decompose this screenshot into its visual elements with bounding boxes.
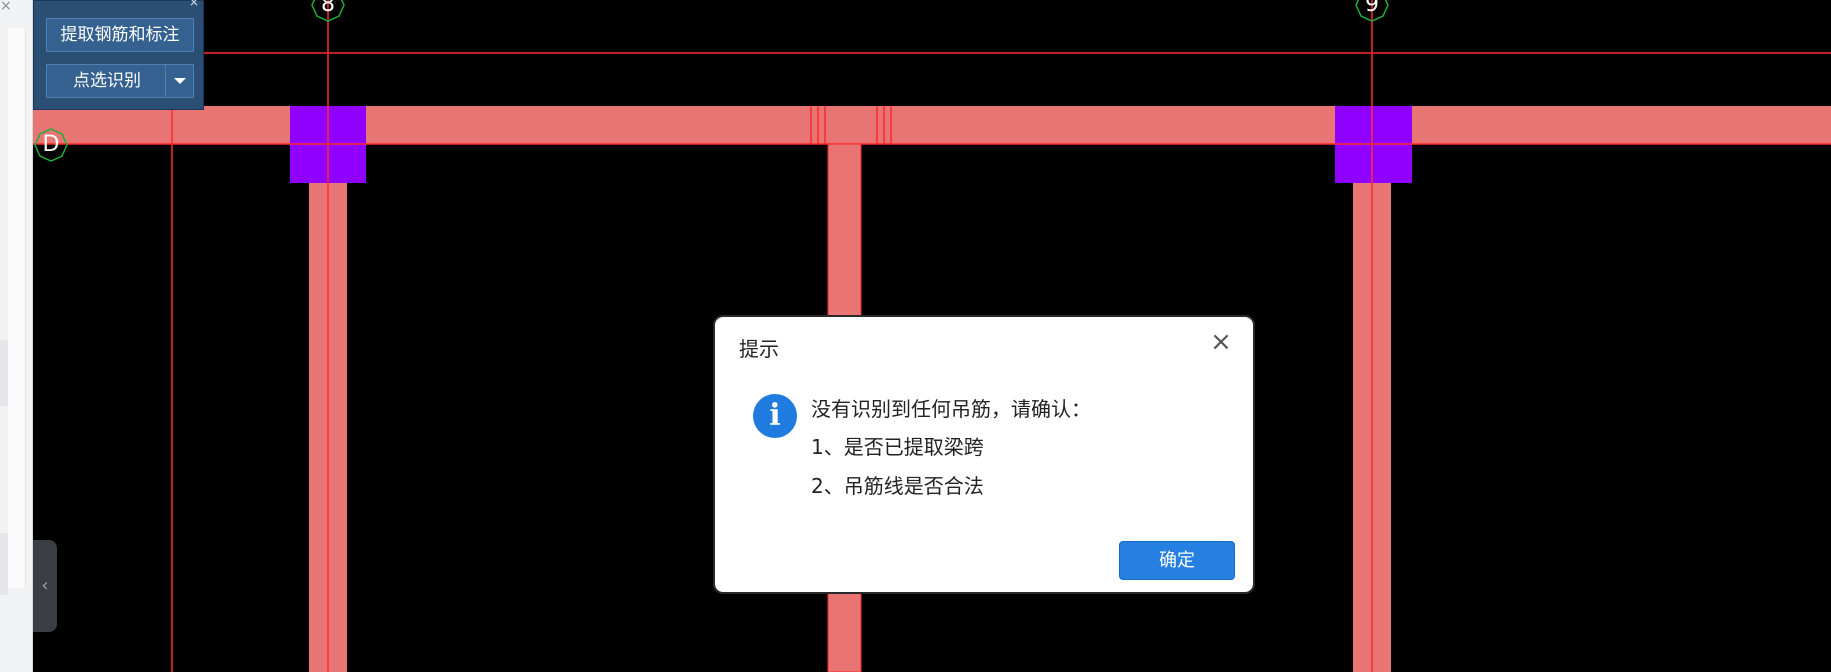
extract-rebar-and-annotation-button[interactable]: 提取钢筋和标注 (46, 18, 194, 52)
chevron-down-icon (174, 78, 186, 84)
axis-label-d: D (42, 132, 60, 157)
dialog-message-line1: 没有识别到任何吊筋，请确认： (811, 397, 1091, 421)
left-panel-close-icon[interactable]: × (0, 0, 14, 14)
dialog-message-line3: 2、吊筋线是否合法 (811, 474, 984, 498)
dialog-message-line2: 1、是否已提取梁跨 (811, 435, 984, 459)
tool-panel-close-icon[interactable]: × (189, 0, 199, 9)
axis-label-9: 9 (1365, 0, 1379, 17)
axis-bubble-9: 9 (1355, 0, 1389, 22)
chevron-left-icon: ‹ (41, 575, 49, 596)
ok-button[interactable]: 确定 (1119, 541, 1235, 580)
dialog-title: 提示 (739, 337, 779, 361)
left-panel-selected-row[interactable] (0, 340, 8, 406)
left-panel-list (8, 28, 26, 588)
prompt-dialog: 提示 × i 没有识别到任何吊筋，请确认： 1、是否已提取梁跨 2、吊筋线是否合… (713, 315, 1255, 594)
axis-bubble-d: D (34, 128, 68, 162)
left-side-panel: × (0, 0, 33, 672)
point-select-recognize-button[interactable]: 点选识别 (46, 64, 194, 98)
point-select-label: 点选识别 (73, 71, 141, 91)
left-panel-row[interactable] (0, 533, 8, 595)
axis-bubble-8: 8 (311, 0, 345, 22)
recognition-tool-panel: × 提取钢筋和标注 点选识别 (33, 0, 204, 110)
dialog-close-icon[interactable]: × (1209, 329, 1233, 355)
point-select-dropdown[interactable] (165, 65, 193, 97)
collapse-panel-tab[interactable]: ‹ (33, 540, 57, 632)
info-icon: i (753, 394, 797, 438)
axis-label-8: 8 (321, 0, 335, 17)
